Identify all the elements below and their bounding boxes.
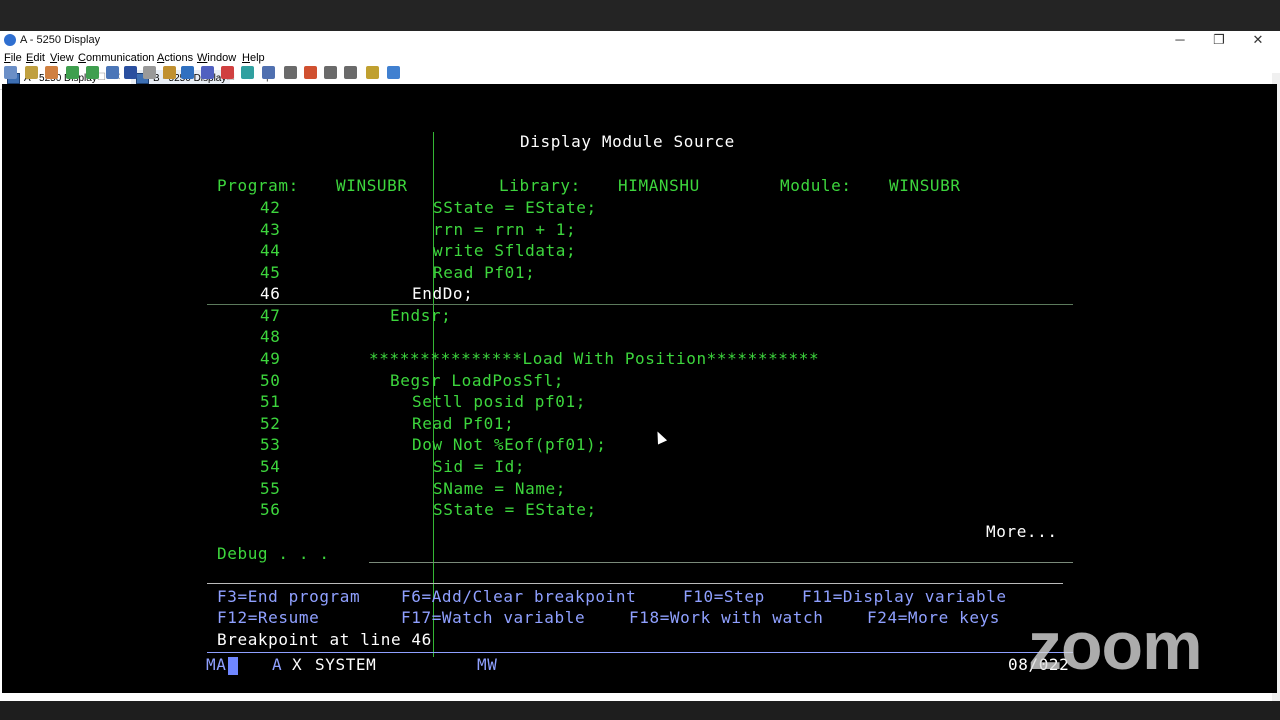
- crosshair-horizontal: [207, 304, 1073, 305]
- status-session: A: [272, 655, 283, 674]
- program-label: Program:: [217, 176, 299, 195]
- debug-label: Debug . . .: [217, 544, 330, 563]
- source-code-line: Dow Not %Eof(pf01);: [412, 435, 607, 454]
- paste-icon[interactable]: [45, 66, 58, 79]
- line-number: 43: [260, 220, 281, 239]
- fkey-f18[interactable]: F18=Work with watch: [629, 609, 823, 627]
- line-number: 45: [260, 263, 281, 282]
- debug-input[interactable]: [369, 562, 1073, 563]
- line-number: 54: [260, 457, 281, 476]
- source-code-line: ***************Load With Position*******…: [369, 349, 820, 368]
- source-code-line: SState = EState;: [433, 198, 597, 217]
- line-number: 44: [260, 241, 281, 260]
- help-icon[interactable]: [387, 66, 400, 79]
- line-number: 42: [260, 198, 281, 217]
- maximize-button[interactable]: ❐: [1208, 32, 1230, 48]
- menu-communication[interactable]: Communication: [78, 52, 154, 64]
- source-code-line: Read Pf01;: [433, 263, 536, 282]
- separator-line: [207, 583, 1063, 584]
- line-number: 52: [260, 414, 281, 433]
- line-number: 49: [260, 349, 281, 368]
- current-line-number: 46: [260, 284, 281, 303]
- text-cursor: [228, 657, 238, 675]
- fkey-f12[interactable]: F12=Resume: [217, 609, 319, 627]
- program-value: WINSUBR: [336, 176, 408, 195]
- menu-edit[interactable]: Edit: [26, 52, 45, 64]
- stop-icon[interactable]: [143, 66, 156, 79]
- download-icon[interactable]: [324, 66, 337, 79]
- line-number: 53: [260, 435, 281, 454]
- current-source-line: EndDo;: [412, 284, 474, 303]
- line-number: 56: [260, 500, 281, 519]
- line-number: 47: [260, 306, 281, 325]
- source-code-line: SName = Name;: [433, 479, 567, 498]
- notes-icon[interactable]: [366, 66, 379, 79]
- bookmark-icon[interactable]: [344, 66, 357, 79]
- menu-file[interactable]: File: [4, 52, 22, 64]
- screen-title: Display Module Source: [520, 132, 735, 151]
- settings-icon[interactable]: [262, 66, 275, 79]
- print-icon[interactable]: [106, 66, 119, 79]
- display-icon[interactable]: [221, 66, 234, 79]
- fkey-f10[interactable]: F10=Step: [683, 588, 765, 606]
- zoom-watermark: zoom: [1028, 608, 1203, 684]
- title-bar: A - 5250 Display ─ ❐ ✕: [0, 31, 1280, 50]
- source-code-line: write Sfldata;: [433, 241, 577, 260]
- line-number: 50: [260, 371, 281, 390]
- source-code-line: Read Pf01;: [412, 414, 515, 433]
- fkey-f3[interactable]: F3=End program: [217, 588, 360, 606]
- menu-help[interactable]: Help: [242, 52, 265, 64]
- menu-view[interactable]: View: [50, 52, 74, 64]
- video-bottom-bar: [0, 701, 1280, 720]
- grid-icon[interactable]: [241, 66, 254, 79]
- transfer-icon[interactable]: [284, 66, 297, 79]
- line-number: 55: [260, 479, 281, 498]
- send-file-icon[interactable]: [66, 66, 79, 79]
- fkey-f6[interactable]: F6=Add/Clear breakpoint: [401, 588, 636, 606]
- source-code-line: Setll posid pf01;: [412, 392, 586, 411]
- app-icon: [4, 34, 16, 46]
- operator-info-line: [207, 652, 1073, 653]
- source-code-line: SState = EState;: [433, 500, 597, 519]
- cut-icon[interactable]: [25, 66, 38, 79]
- fkey-f17[interactable]: F17=Watch variable: [401, 609, 585, 627]
- video-top-bar: [0, 0, 1280, 31]
- library-label: Library:: [499, 176, 581, 195]
- source-code-line: Sid = Id;: [433, 457, 526, 476]
- status-mw: MW: [477, 655, 498, 674]
- source-code-line: Begsr LoadPosSfl;: [390, 371, 564, 390]
- copy-icon[interactable]: [4, 66, 17, 79]
- source-code-line: Endsr;: [390, 306, 452, 325]
- terminal-screen[interactable]: Display Module Source Program: WINSUBR L…: [2, 84, 1277, 693]
- library-value: HIMANSHU: [618, 176, 700, 195]
- menu-actions[interactable]: Actions: [157, 52, 193, 64]
- module-value: WINSUBR: [889, 176, 961, 195]
- mouse-pointer-icon: [652, 429, 668, 445]
- play-icon[interactable]: [163, 66, 176, 79]
- minimize-button[interactable]: ─: [1169, 32, 1191, 47]
- keypad-icon[interactable]: [201, 66, 214, 79]
- source-code-line: rrn = rrn + 1;: [433, 220, 577, 239]
- status-system: SYSTEM: [315, 655, 377, 674]
- status-message: Breakpoint at line 46: [217, 630, 432, 649]
- menu-window[interactable]: Window: [197, 52, 236, 64]
- macro-icon[interactable]: [181, 66, 194, 79]
- fkey-f11[interactable]: F11=Display variable: [802, 588, 1007, 606]
- status-ma: MA: [206, 655, 227, 674]
- fkey-f24[interactable]: F24=More keys: [867, 609, 1000, 627]
- close-button[interactable]: ✕: [1247, 32, 1269, 48]
- upload-icon[interactable]: [304, 66, 317, 79]
- record-icon[interactable]: [124, 66, 137, 79]
- window-title: A - 5250 Display: [20, 34, 101, 46]
- receive-file-icon[interactable]: [86, 66, 99, 79]
- line-number: 51: [260, 392, 281, 411]
- module-label: Module:: [780, 176, 852, 195]
- line-number: 48: [260, 327, 281, 346]
- status-x-wait: X: [292, 655, 303, 674]
- more-indicator: More...: [986, 522, 1058, 541]
